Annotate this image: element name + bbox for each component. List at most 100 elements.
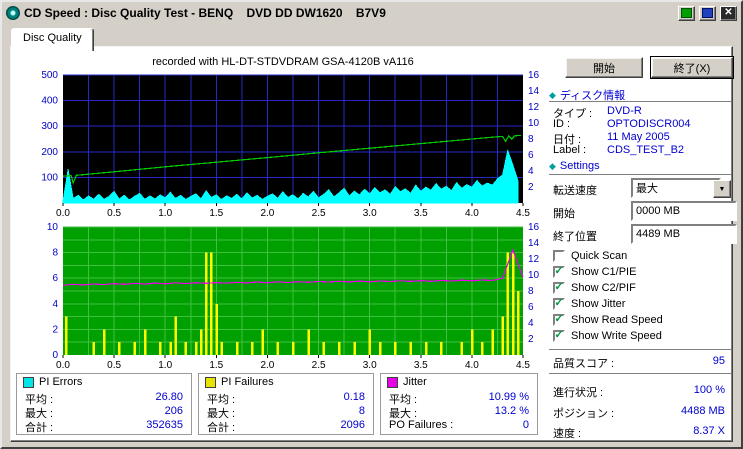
svg-text:2.0: 2.0: [260, 360, 274, 371]
exit-button[interactable]: 終了(X): [650, 56, 734, 79]
tab-label: Disc Quality: [23, 32, 82, 44]
svg-text:10: 10: [528, 118, 540, 129]
checkbox-show-c1-pie[interactable]: ✓ Show C1/PIE: [553, 265, 636, 279]
svg-text:16: 16: [528, 222, 540, 233]
stat-value: 0.18: [343, 391, 365, 403]
end-position-input[interactable]: [631, 224, 737, 244]
stat-label: PO Failures :: [389, 419, 454, 431]
progress-row: 進行状況 : 100 %: [553, 384, 725, 399]
checkbox-label: Show Write Speed: [571, 330, 662, 342]
checkbox-box: ✓: [553, 280, 565, 294]
svg-text:300: 300: [41, 121, 58, 132]
blue-square-icon-button[interactable]: [699, 5, 716, 21]
svg-text:2: 2: [52, 324, 58, 335]
svg-text:1.0: 1.0: [158, 360, 172, 371]
settings-section-header: ◆ Settings: [549, 160, 600, 172]
stat-label: 合計 :: [207, 422, 236, 434]
quality-score-value: 95: [712, 355, 725, 367]
svg-text:6: 6: [528, 150, 534, 161]
tab-page: recorded with HL-DT-STDVDRAM GSA-4120B v…: [10, 46, 737, 442]
svg-text:2: 2: [528, 182, 534, 193]
checkbox-box: ✓: [553, 250, 565, 262]
jitter-panel: Jitter 平均 : 10.99 % 最大 : 13.2 % PO Failure…: [380, 373, 538, 435]
speed-row: 転送速度 ▼: [553, 178, 733, 198]
svg-text:0.0: 0.0: [56, 360, 70, 371]
svg-text:8: 8: [528, 134, 534, 145]
checkmark-icon: ✓: [554, 264, 564, 277]
green-square-icon-button[interactable]: [678, 5, 695, 21]
svg-text:4: 4: [528, 318, 534, 329]
recorded-with-label: recorded with HL-DT-STDVDRAM GSA-4120B v…: [152, 56, 414, 68]
svg-text:3.0: 3.0: [363, 360, 377, 371]
speed-readout-row: 速度 : 8.37 X: [553, 425, 725, 440]
stat-label: 最大 :: [389, 408, 418, 420]
app-disc-icon: [6, 6, 20, 20]
svg-text:10: 10: [528, 270, 540, 281]
checkbox-box: ✓: [553, 297, 565, 310]
svg-text:2.5: 2.5: [312, 360, 326, 371]
svg-text:0.0: 0.0: [56, 208, 70, 219]
checkbox-show-c2-pif[interactable]: ✓ Show C2/PIF: [553, 281, 636, 295]
checkmark-icon: ✓: [554, 312, 564, 325]
checkmark-icon: ✓: [554, 328, 564, 341]
stat-label: 平均 :: [389, 394, 418, 406]
stat-value: 13.2 %: [494, 405, 529, 417]
checkbox-box: ✓: [553, 264, 565, 278]
green-square-icon: [681, 8, 692, 18]
svg-text:1.0: 1.0: [158, 208, 172, 219]
close-button[interactable]: ✕: [720, 5, 737, 21]
blue-square-icon: [702, 8, 713, 18]
svg-text:3.5: 3.5: [414, 360, 428, 371]
svg-text:12: 12: [528, 102, 540, 113]
speed-select[interactable]: [631, 178, 721, 198]
svg-text:1.5: 1.5: [209, 360, 223, 371]
checkbox-label: Show C1/PIE: [571, 266, 637, 278]
svg-text:2.0: 2.0: [260, 208, 274, 219]
stat-label: 最大 :: [25, 408, 54, 420]
end-position-label: 終了位置: [553, 231, 597, 243]
position-value: 4488 MB: [680, 405, 725, 417]
quality-top-chart: 0.0 0.5 1.0 1.5 2.0 2.5 3.0 3.5 4.0 4.5 100 200 300 4…: [41, 70, 540, 219]
svg-text:0: 0: [52, 350, 58, 361]
pi-errors-swatch-icon: [23, 376, 34, 388]
svg-text:1.5: 1.5: [209, 208, 223, 219]
speed-readout-label: 速度 :: [553, 428, 582, 440]
svg-text:4.5: 4.5: [516, 208, 530, 219]
start-button[interactable]: 開始: [565, 57, 643, 78]
section-bullet-icon: ◆: [549, 160, 556, 171]
svg-text:4.0: 4.0: [465, 208, 479, 219]
stat-label: 平均 :: [207, 394, 236, 406]
svg-text:500: 500: [41, 70, 58, 81]
jitter-swatch-icon: [387, 376, 398, 388]
checkbox-show-jitter[interactable]: ✓ Show Jitter: [553, 297, 625, 311]
position-row: ポジション : 4488 MB: [553, 405, 725, 420]
svg-text:400: 400: [41, 96, 58, 107]
svg-text:4: 4: [52, 299, 58, 310]
svg-text:14: 14: [528, 238, 540, 249]
tab-disc-quality[interactable]: Disc Quality: [11, 28, 94, 51]
checkbox-box: ✓: [553, 328, 565, 342]
stat-value: 10.99 %: [488, 391, 529, 403]
start-position-input[interactable]: [631, 201, 737, 221]
checkbox-quick-scan[interactable]: ✓ Quick Scan: [553, 249, 627, 263]
combo-dropdown-button[interactable]: ▼: [713, 180, 731, 198]
svg-text:4: 4: [528, 166, 534, 177]
quality-score-row: 品質スコア : 95: [553, 355, 725, 370]
svg-text:0.5: 0.5: [107, 360, 121, 371]
checkbox-show-write-speed[interactable]: ✓ Show Write Speed: [553, 329, 662, 343]
stat-value: 2096: [340, 419, 365, 431]
svg-text:8: 8: [52, 248, 58, 259]
svg-text:10: 10: [47, 222, 59, 233]
svg-text:200: 200: [41, 147, 58, 158]
svg-text:3.5: 3.5: [414, 208, 428, 219]
stat-label: 合計 :: [25, 422, 54, 434]
checkbox-show-read-speed[interactable]: ✓ Show Read Speed: [553, 313, 663, 327]
svg-text:2: 2: [528, 334, 534, 345]
svg-text:0.5: 0.5: [107, 208, 121, 219]
end-position-row: 終了位置: [553, 224, 737, 244]
disc-id-value: OPTODISCR004: [607, 118, 691, 130]
stat-value: 206: [164, 405, 183, 417]
title-bar: CD Speed : Disc Quality Test - BENQ DVD …: [4, 3, 739, 23]
close-icon: ✕: [724, 7, 733, 18]
checkmark-icon: ✓: [554, 280, 564, 293]
